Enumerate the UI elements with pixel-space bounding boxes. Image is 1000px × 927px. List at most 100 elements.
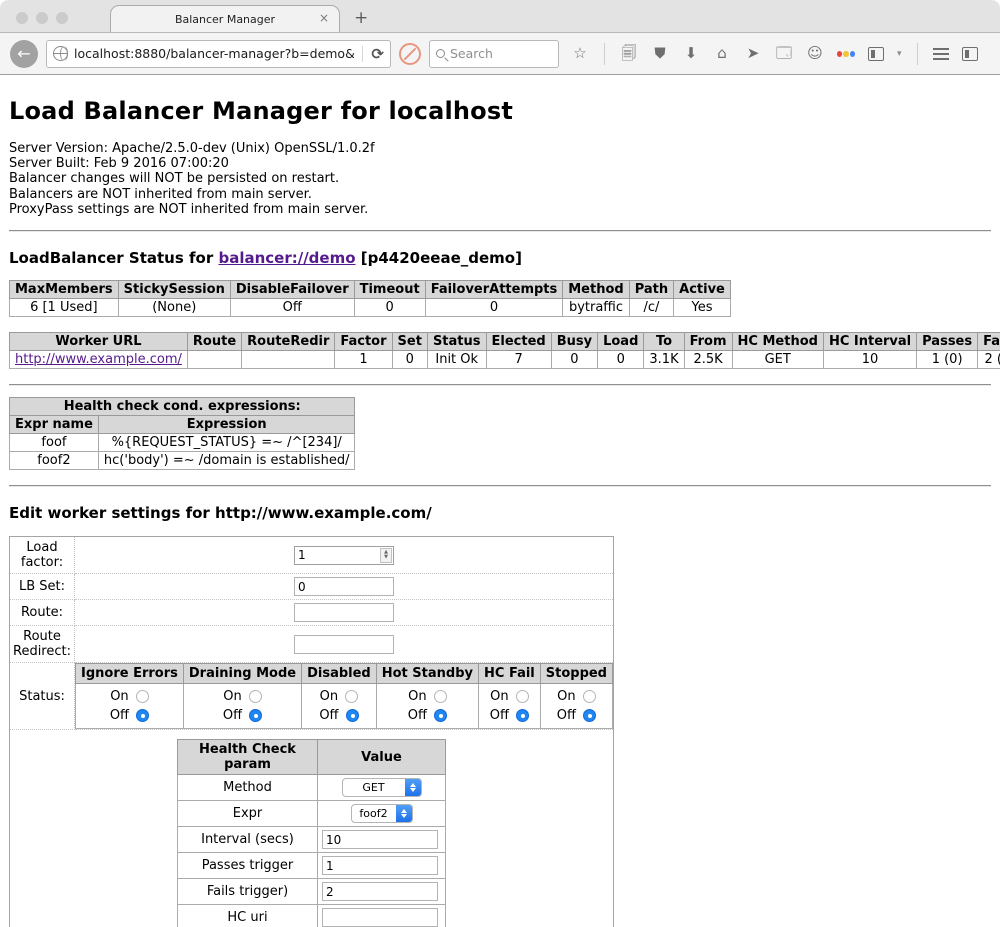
- expr-table: Health check cond. expressions: Expr nam…: [9, 397, 355, 470]
- reader-mode-icon[interactable]: 🗔: [775, 46, 793, 61]
- col-maxmembers: MaxMembers: [10, 281, 119, 299]
- downloads-icon[interactable]: ⬇: [682, 46, 700, 61]
- cell-routeredir: [242, 351, 335, 369]
- route-label: Route:: [10, 600, 75, 626]
- lb-set-field[interactable]: [295, 578, 393, 595]
- method-select[interactable]: GET: [342, 778, 422, 797]
- passes-field[interactable]: [323, 857, 437, 874]
- ignore-errors-off-label: Off: [110, 706, 129, 725]
- col-from: From: [684, 333, 732, 351]
- hc-uri-field[interactable]: [323, 909, 437, 926]
- new-tab-button[interactable]: +: [354, 8, 368, 28]
- radio-draining-mode-off[interactable]: [249, 709, 262, 722]
- window-controls[interactable]: [16, 12, 68, 24]
- col-hc-interval: HC Interval: [823, 333, 916, 351]
- interval-field[interactable]: [323, 831, 437, 848]
- search-bar[interactable]: Search: [429, 40, 559, 68]
- cell-busy: 0: [551, 351, 597, 369]
- col-load: Load: [598, 333, 644, 351]
- hc-fail-off-label: Off: [490, 706, 509, 725]
- cell-expression: hc('body') =~ /domain is established/: [98, 452, 355, 470]
- feedback-smiley-icon[interactable]: ☺: [806, 46, 824, 61]
- reading-list-icon[interactable]: 🗐: [620, 46, 638, 61]
- route-field[interactable]: [295, 604, 393, 621]
- radio-hc-fail-on[interactable]: [516, 690, 529, 703]
- radio-ignore-errors-on[interactable]: [136, 690, 149, 703]
- load-factor-input[interactable]: ▲▼: [294, 546, 394, 565]
- select-stepper-icon: [405, 778, 421, 797]
- col-expression: Expression: [98, 416, 355, 434]
- col-elected: Elected: [486, 333, 551, 351]
- balancer-demo-link[interactable]: balancer://demo: [218, 249, 355, 267]
- balancer-status-table: MaxMembers StickySession DisableFailover…: [9, 280, 731, 317]
- radio-stopped-on[interactable]: [583, 690, 596, 703]
- cell-to: 3.1K: [644, 351, 684, 369]
- content-blocked-icon[interactable]: [399, 43, 421, 65]
- expr-label: Expr: [178, 801, 318, 827]
- radio-hot-standby-on[interactable]: [434, 690, 447, 703]
- extension-panel-icon[interactable]: [868, 47, 884, 61]
- cell-disablefailover: Off: [230, 299, 354, 317]
- fails-field[interactable]: [323, 883, 437, 900]
- hc-uri-label: HC uri: [178, 905, 318, 927]
- close-window-button[interactable]: [16, 12, 28, 24]
- tab-balancer-manager[interactable]: Balancer Manager ×: [110, 5, 340, 32]
- divider: [9, 230, 991, 232]
- expr-select[interactable]: foof2: [351, 804, 413, 823]
- minimize-window-button[interactable]: [36, 12, 48, 24]
- hot-standby-on-label: On: [408, 687, 426, 706]
- fails-label: Fails trigger): [178, 879, 318, 905]
- col-disablefailover: DisableFailover: [230, 281, 354, 299]
- toolbar-separator: [604, 43, 605, 65]
- tab-close-icon[interactable]: ×: [319, 11, 329, 25]
- cell-maxmembers: 6 [1 Used]: [10, 299, 119, 317]
- site-identity-globe-icon[interactable]: [53, 46, 68, 61]
- bookmark-star-icon[interactable]: ☆: [571, 46, 589, 61]
- worker-url-link[interactable]: http://www.example.com/: [15, 352, 182, 367]
- overflow-caret-icon[interactable]: ▾: [897, 49, 902, 59]
- col-routeredir: RouteRedir: [242, 333, 335, 351]
- url-text[interactable]: localhost:8880/balancer-manager?b=demo&w…: [74, 46, 354, 61]
- edit-worker-heading: Edit worker settings for http://www.exam…: [9, 504, 991, 522]
- zoom-window-button[interactable]: [56, 12, 68, 24]
- cell-path: /c/: [629, 299, 673, 317]
- radio-disabled-on[interactable]: [345, 690, 358, 703]
- expr-table-title: Health check cond. expressions:: [10, 398, 355, 416]
- radio-ignore-errors-off[interactable]: [136, 709, 149, 722]
- heading-suffix: [p4420eeae_demo]: [356, 249, 522, 267]
- cell-load: 0: [598, 351, 644, 369]
- send-tab-icon[interactable]: ➤: [744, 46, 762, 61]
- cell-failoverattempts: 0: [425, 299, 563, 317]
- table-row: foof %{REQUEST_STATUS} =~ /^[234]/: [10, 434, 355, 452]
- toolbar-icons: ☆ 🗐 ⛊ ⬇ ⌂ ➤ 🗔 ☺ ▾: [571, 43, 978, 65]
- status-table: Ignore Errors Draining Mode Disabled Hot…: [75, 663, 613, 729]
- radio-draining-mode-on[interactable]: [249, 690, 262, 703]
- method-label: Method: [178, 775, 318, 801]
- cell-expr-name: foof: [10, 434, 99, 452]
- stopped-off-label: Off: [557, 706, 576, 725]
- radio-stopped-off[interactable]: [583, 709, 596, 722]
- url-bar[interactable]: localhost:8880/balancer-manager?b=demo&w…: [46, 40, 391, 68]
- addon-palette-icon[interactable]: [837, 51, 855, 57]
- pocket-icon[interactable]: ⛊: [651, 46, 669, 61]
- number-stepper-icon[interactable]: ▲▼: [380, 548, 392, 563]
- radio-disabled-off[interactable]: [346, 709, 359, 722]
- home-icon[interactable]: ⌂: [713, 46, 731, 61]
- col-busy: Busy: [551, 333, 597, 351]
- stopped-on-label: On: [557, 687, 575, 706]
- load-factor-field[interactable]: [295, 547, 380, 564]
- sidebar-icon[interactable]: [962, 47, 978, 61]
- reload-icon[interactable]: ⟳: [371, 45, 384, 63]
- search-icon: [436, 49, 445, 58]
- route-redirect-label: Route Redirect:: [10, 626, 75, 663]
- route-redirect-field[interactable]: [295, 636, 393, 653]
- col-hc-value: Value: [318, 740, 446, 775]
- menu-icon[interactable]: [933, 48, 949, 60]
- table-row: http://www.example.com/ 1 0 Init Ok 7 0 …: [10, 351, 1000, 369]
- search-placeholder[interactable]: Search: [450, 46, 493, 61]
- back-button[interactable]: ←: [10, 40, 38, 68]
- radio-hot-standby-off[interactable]: [434, 709, 447, 722]
- radio-hc-fail-off[interactable]: [516, 709, 529, 722]
- col-expr-name: Expr name: [10, 416, 99, 434]
- inherit-note: Balancers are NOT inherited from main se…: [9, 187, 991, 202]
